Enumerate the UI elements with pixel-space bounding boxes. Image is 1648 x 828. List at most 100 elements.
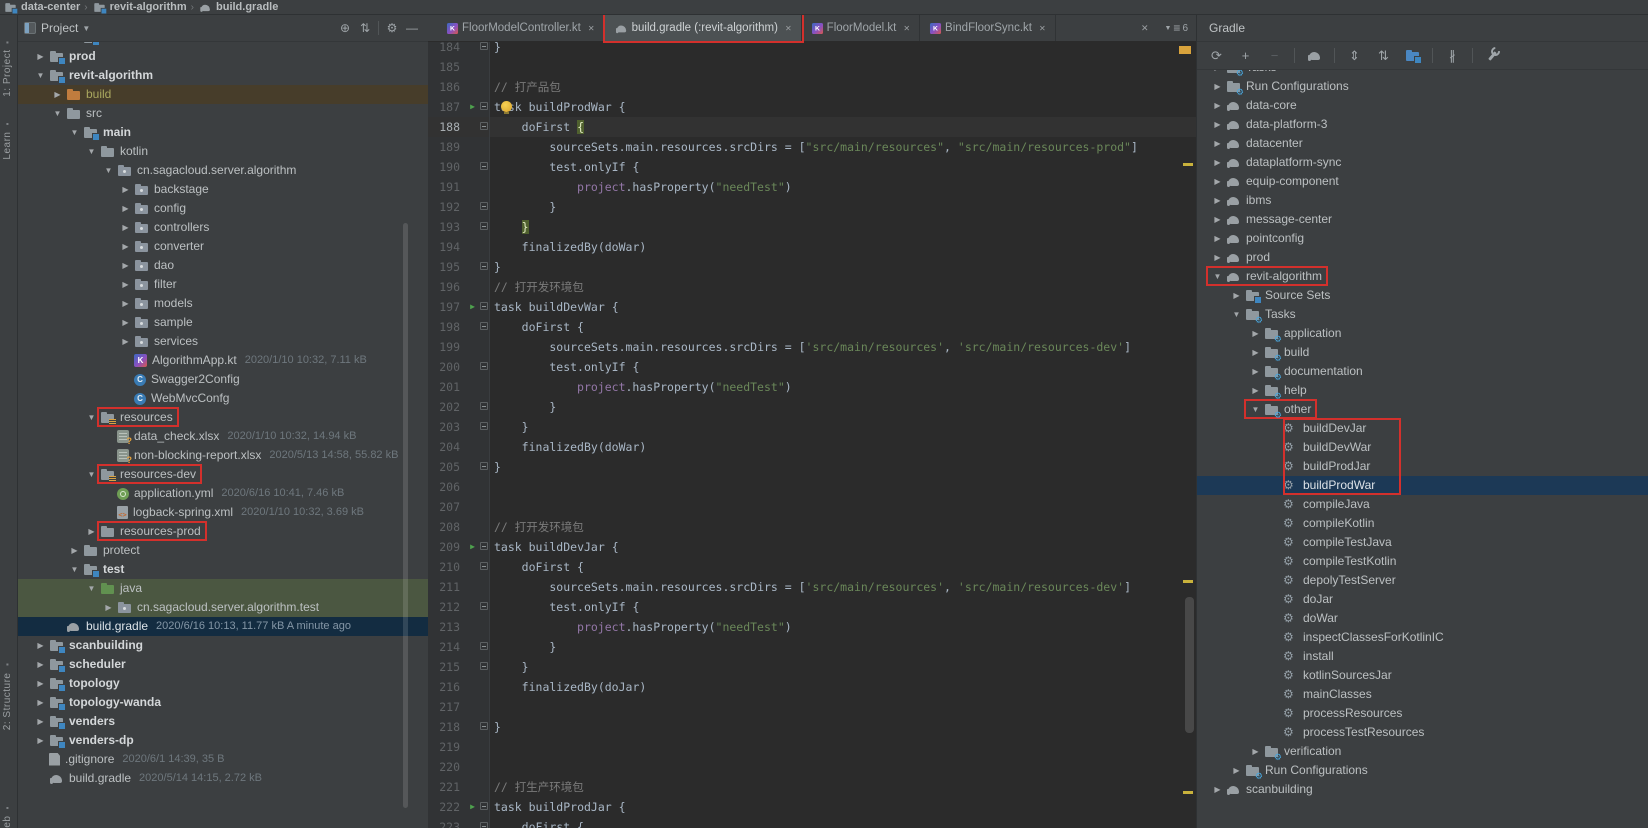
hidden-tabs-dropdown[interactable]: ▼≡6 <box>1164 21 1188 35</box>
expander-icon[interactable]: ▶ <box>117 204 134 213</box>
project-row-build[interactable]: ▶build <box>18 85 428 104</box>
project-row-algorithmapp-kt[interactable]: AlgorithmApp.kt2020/1/10 10:32, 7.11 kB <box>18 351 428 370</box>
expander-icon[interactable]: ▶ <box>1209 139 1226 148</box>
gradle-row-build[interactable]: ▶⚙build <box>1197 343 1648 362</box>
expander-icon[interactable]: ▶ <box>117 318 134 327</box>
tool-strip-button-web[interactable]: Web <box>2 803 13 828</box>
project-row-src[interactable]: ▼src <box>18 104 428 123</box>
project-row-data-check-xlsx[interactable]: ?data_check.xlsx2020/1/10 10:32, 14.94 k… <box>18 427 428 446</box>
expander-icon[interactable]: ▼ <box>83 470 100 479</box>
expander-icon[interactable]: ▶ <box>32 679 49 688</box>
gradle-row-run-configurations[interactable]: ▶⚙Run Configurations <box>1197 761 1648 780</box>
expander-icon[interactable]: ▶ <box>1247 329 1264 338</box>
project-row-resources-dev[interactable]: ▼resources-dev <box>18 465 428 484</box>
expander-icon[interactable]: ▶ <box>1209 101 1226 110</box>
fold-icon[interactable] <box>479 717 490 737</box>
fold-icon[interactable] <box>479 817 490 828</box>
gradle-row-equip-component[interactable]: ▶equip-component <box>1197 172 1648 191</box>
expander-icon[interactable]: ▼ <box>1228 310 1245 319</box>
expander-icon[interactable]: ▶ <box>1209 177 1226 186</box>
fold-icon[interactable] <box>479 797 490 817</box>
expander-icon[interactable]: ▼ <box>66 128 83 137</box>
gradle-row-kotlinsourcesjar[interactable]: kotlinSourcesJar <box>1197 666 1648 685</box>
fold-icon[interactable] <box>479 317 490 337</box>
expander-icon[interactable]: ▶ <box>32 717 49 726</box>
project-row-cn-sagacloud-server-algorithm[interactable]: ▼cn.sagacloud.server.algorithm <box>18 161 428 180</box>
code-editor[interactable]: 184}185186// 打产品包187▶task buildProdWar {… <box>428 42 1196 828</box>
expander-icon[interactable]: ▶ <box>1209 253 1226 262</box>
project-row-resources[interactable]: ▼resources <box>18 408 428 427</box>
project-row-gitignore[interactable]: .gitignore2020/6/1 14:39, 35 B <box>18 750 428 769</box>
expander-icon[interactable]: ▶ <box>83 527 100 536</box>
fold-icon[interactable] <box>479 657 490 677</box>
expander-icon[interactable]: ▶ <box>32 641 49 650</box>
refresh-icon[interactable]: ⟳ <box>1207 47 1226 65</box>
gradle-row-mainclasses[interactable]: mainClasses <box>1197 685 1648 704</box>
settings-icon[interactable] <box>1483 47 1502 65</box>
run-gutter-icon[interactable]: ▶ <box>466 797 479 817</box>
expander-icon[interactable]: ▶ <box>1209 70 1226 72</box>
fold-icon[interactable] <box>479 297 490 317</box>
expander-icon[interactable]: ▶ <box>117 261 134 270</box>
fold-icon[interactable] <box>479 197 490 217</box>
project-row-models[interactable]: ▶models <box>18 294 428 313</box>
project-row-converter[interactable]: ▶converter <box>18 237 428 256</box>
expander-icon[interactable]: ▶ <box>1209 215 1226 224</box>
project-row-logback-spring-xml[interactable]: logback-spring.xml2020/1/10 10:32, 3.69 … <box>18 503 428 522</box>
project-row-services[interactable]: ▶services <box>18 332 428 351</box>
expander-icon[interactable]: ▼ <box>83 584 100 593</box>
expander-icon[interactable]: ▶ <box>117 280 134 289</box>
gradle-row-inspectclassesforkotlinic[interactable]: inspectClassesForKotlinIC <box>1197 628 1648 647</box>
settings-icon[interactable]: ⚙ <box>382 19 402 37</box>
gradle-row-compiletestjava[interactable]: compileTestJava <box>1197 533 1648 552</box>
gradle-row-dataplatform-sync[interactable]: ▶dataplatform-sync <box>1197 153 1648 172</box>
project-row-topology-wanda[interactable]: ▶topology-wanda <box>18 693 428 712</box>
expander-icon[interactable]: ▶ <box>49 90 66 99</box>
expander-icon[interactable]: ▶ <box>1247 386 1264 395</box>
tab-bindfloorsync-kt[interactable]: BindFloorSync.kt✕ <box>920 15 1056 41</box>
close-icon[interactable]: ✕ <box>588 24 595 33</box>
gradle-row-depolytestserver[interactable]: depolyTestServer <box>1197 571 1648 590</box>
expander-icon[interactable]: ▶ <box>1247 747 1264 756</box>
close-icon[interactable]: ✕ <box>785 24 792 33</box>
close-icon[interactable]: ✕ <box>1141 23 1149 34</box>
gradle-row-install[interactable]: install <box>1197 647 1648 666</box>
fold-icon[interactable] <box>479 557 490 577</box>
expander-icon[interactable]: ▶ <box>1209 234 1226 243</box>
project-row-webmvcconfg[interactable]: WebMvcConfg <box>18 389 428 408</box>
gradle-row-scanbuilding[interactable]: ▶scanbuilding <box>1197 780 1648 799</box>
expander-icon[interactable]: ▶ <box>1209 158 1226 167</box>
fold-icon[interactable] <box>479 597 490 617</box>
project-row-sample[interactable]: ▶sample <box>18 313 428 332</box>
gradle-row-processresources[interactable]: processResources <box>1197 704 1648 723</box>
fold-icon[interactable] <box>479 457 490 477</box>
editor-scrollbar[interactable] <box>1185 597 1194 733</box>
expander-icon[interactable]: ▶ <box>117 185 134 194</box>
tab-floormodelcontroller-kt[interactable]: FloorModelController.kt✕ <box>437 15 605 41</box>
collapse-all-icon[interactable]: ⇅ <box>355 19 375 37</box>
expander-icon[interactable]: ▶ <box>1209 785 1226 794</box>
gradle-row-source-sets[interactable]: ▶Source Sets <box>1197 286 1648 305</box>
tab-build-gradle-revit-algorithm[interactable]: build.gradle (:revit-algorithm)✕ <box>605 15 802 41</box>
expander-icon[interactable]: ▶ <box>32 660 49 669</box>
gradle-row-compilejava[interactable]: compileJava <box>1197 495 1648 514</box>
fold-icon[interactable] <box>479 357 490 377</box>
gradle-row-buildprodwar[interactable]: buildProdWar <box>1197 476 1648 495</box>
project-row-build-gradle[interactable]: build.gradle2020/6/16 10:13, 11.77 kB A … <box>18 617 428 636</box>
project-row-protect[interactable]: ▶protect <box>18 541 428 560</box>
expander-icon[interactable]: ▶ <box>1247 348 1264 357</box>
expander-icon[interactable]: ▶ <box>117 242 134 251</box>
project-row-test[interactable]: ▼test <box>18 560 428 579</box>
gradle-row-datacenter[interactable]: ▶datacenter <box>1197 134 1648 153</box>
expander-icon[interactable]: ▼ <box>66 565 83 574</box>
group-modules-icon[interactable] <box>1403 47 1422 65</box>
fold-icon[interactable] <box>479 537 490 557</box>
tool-strip-button-1-project[interactable]: 1: Project <box>2 37 13 97</box>
fold-icon[interactable] <box>479 417 490 437</box>
fold-icon[interactable] <box>479 637 490 657</box>
project-row-java[interactable]: ▼java <box>18 579 428 598</box>
gradle-row-builddevwar[interactable]: buildDevWar <box>1197 438 1648 457</box>
run-gutter-icon[interactable]: ▶ <box>466 537 479 557</box>
expander-icon[interactable]: ▼ <box>83 147 100 156</box>
project-row-controllers[interactable]: ▶controllers <box>18 218 428 237</box>
